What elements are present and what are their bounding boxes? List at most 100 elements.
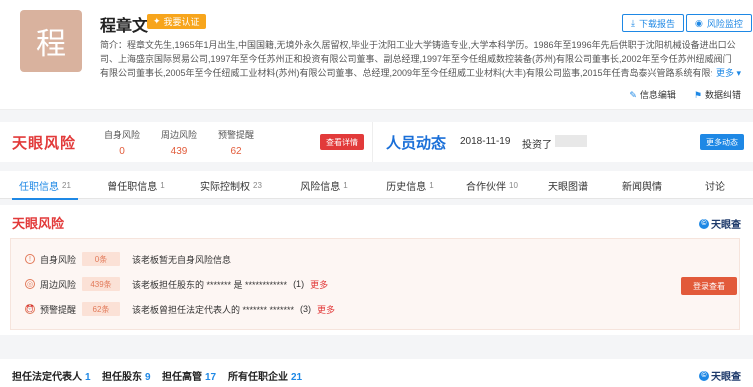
- risk-row-warning: ⏰ 预警提醒 62条 该老板曾担任法定代表人的 ******* ******* …: [25, 301, 335, 317]
- tab-risk-info[interactable]: 风险信息 1: [280, 171, 368, 199]
- position-summary-bar: 担任法定代表人 1 担任股东 9 担任高管 17 所有任职企业 21 © 天眼查: [0, 359, 753, 387]
- surrounding-risk-stat[interactable]: 周边风险 439: [161, 128, 197, 157]
- monitor-icon: ◉: [695, 17, 703, 28]
- claim-button[interactable]: ✦ 我要认证: [147, 14, 206, 29]
- tab-count: 1: [160, 180, 165, 190]
- flag-icon: ⚑: [693, 90, 702, 100]
- more-link[interactable]: 更多: [310, 278, 328, 291]
- tab-label: 合作伙伴: [466, 181, 507, 193]
- view-detail-button[interactable]: 查看详情: [320, 134, 364, 150]
- divider: [372, 122, 373, 162]
- chevron-down-icon: ▾: [736, 68, 741, 78]
- tab-label: 曾任职信息: [107, 181, 158, 193]
- tianyancha-brand: © 天眼查: [699, 368, 741, 383]
- tab-label: 所有任职企业: [228, 372, 288, 383]
- tab-count: 17: [205, 372, 217, 383]
- blurred-company: [555, 135, 587, 147]
- risk-list-box: ! 自身风险 0条 该老板暂无自身风险信息 ◎ 周边风险 439条 该老板担任股…: [10, 238, 740, 330]
- stat-value: 439: [170, 146, 188, 157]
- login-view-button[interactable]: 登录查看: [681, 277, 737, 295]
- person-dynamics-title: 人员动态: [386, 135, 447, 152]
- tab-history[interactable]: 历史信息 1: [368, 171, 452, 199]
- error-label: 数据纠错: [704, 90, 741, 100]
- risk-summary-bar: 天眼风险 自身风险 0 周边风险 439 预警提醒 62 查看详情 人员动态 2…: [0, 122, 753, 162]
- more-dynamics-button[interactable]: 更多动态: [700, 134, 744, 150]
- stat-label: 周边风险: [161, 130, 198, 140]
- tab-count: 1: [429, 180, 434, 190]
- tab-count: 9: [145, 372, 151, 383]
- tab-label: 讨论: [705, 181, 725, 193]
- tab-count: 1: [343, 180, 348, 190]
- more-label: 更多: [715, 68, 734, 78]
- tab-discussion[interactable]: 讨论: [680, 171, 750, 199]
- brand-label: 天眼查: [711, 220, 741, 231]
- tab-label: 担任高管: [162, 372, 202, 383]
- tab-label: 风险信息: [300, 181, 341, 193]
- download-icon: ⤓: [631, 17, 635, 28]
- stat-label: 自身风险: [104, 130, 141, 140]
- tab-label: 实际控制权: [200, 181, 251, 193]
- more-link[interactable]: 更多: [317, 303, 335, 316]
- all-companies-tab[interactable]: 所有任职企业 21: [228, 368, 302, 383]
- risk-text: 该老板担任股东的 ******* 是 ************: [132, 279, 288, 290]
- legal-rep-tab[interactable]: 担任法定代表人 1: [12, 368, 91, 383]
- person-name: 程章文: [100, 18, 149, 35]
- edit-icon: ✎: [629, 90, 637, 100]
- monitor-label: 风险监控: [706, 18, 743, 29]
- tab-label: 担任股东: [102, 372, 142, 383]
- more-link[interactable]: 更多 ▾: [711, 66, 741, 79]
- tab-label: 天眼图谱: [548, 181, 588, 193]
- tianyancha-logo-icon: ©: [699, 370, 709, 381]
- risk-row-self: ! 自身风险 0条 该老板暂无自身风险信息: [25, 251, 231, 267]
- risk-text: 该老板暂无自身风险信息: [132, 254, 232, 265]
- tab-label: 担任法定代表人: [12, 372, 82, 383]
- tab-count: 1: [85, 372, 91, 383]
- edit-info-link[interactable]: ✎ 信息编辑: [629, 88, 676, 101]
- tab-current-positions[interactable]: 任职信息 21: [0, 171, 90, 200]
- stat-label: 预警提醒: [218, 130, 255, 140]
- tianyan-risk-logo: 天眼风险: [12, 135, 77, 152]
- tab-count: 10: [509, 180, 518, 190]
- risk-extra: (3): [300, 304, 312, 314]
- profile-tools: ✎ 信息编辑 ⚑ 数据纠错: [629, 88, 741, 101]
- self-risk-stat[interactable]: 自身风险 0: [104, 128, 140, 157]
- profile-card: 程 程章文 ✦ 我要认证 ⤓ 下载报告 ◉ 风险监控 简介：程章文先生,1965…: [0, 0, 753, 110]
- risk-monitor-button[interactable]: ◉ 风险监控: [686, 14, 752, 32]
- tab-past-positions[interactable]: 曾任职信息 1: [90, 171, 182, 199]
- executive-tab[interactable]: 担任高管 17: [162, 368, 216, 383]
- tab-count: 21: [62, 180, 71, 190]
- tab-label: 历史信息: [386, 181, 427, 193]
- info-tabs: 任职信息 21 曾任职信息 1 实际控制权 23 风险信息 1 历史信息 1 合作伙伴 10…: [0, 171, 753, 200]
- risk-section: 天眼风险 © 天眼查 ! 自身风险 0条 该老板暂无自身风险信息 ◎ 周边风险 …: [0, 205, 753, 335]
- risk-label: 周边风险: [40, 279, 77, 290]
- badge-icon: ✦: [153, 16, 161, 26]
- risk-count-badge: 439条: [82, 277, 120, 291]
- edit-label: 信息编辑: [639, 90, 676, 100]
- download-report-button[interactable]: ⤓ 下载报告: [622, 14, 684, 32]
- shareholder-tab[interactable]: 担任股东 9: [102, 368, 151, 383]
- dynamics-text: 投资了: [522, 140, 552, 151]
- tab-count: 23: [253, 180, 262, 190]
- tab-count: 21: [291, 372, 303, 383]
- tab-news[interactable]: 新闻舆情: [604, 171, 680, 199]
- avatar: 程: [20, 10, 82, 72]
- tianyan-risk-logo: 天眼风险: [12, 216, 65, 231]
- self-risk-icon: !: [25, 254, 35, 264]
- dynamics-date: 2018-11-19: [460, 136, 511, 147]
- risk-label: 预警提醒: [40, 304, 77, 315]
- tab-label: 任职信息: [19, 181, 60, 193]
- risk-row-surrounding: ◎ 周边风险 439条 该老板担任股东的 ******* 是 *********…: [25, 276, 328, 292]
- risk-extra: (1): [293, 279, 305, 289]
- warning-stat[interactable]: 预警提醒 62: [218, 128, 254, 157]
- download-label: 下载报告: [638, 18, 675, 29]
- bell-icon: ⏰: [25, 304, 35, 314]
- risk-count-badge: 0条: [82, 252, 120, 266]
- risk-text: 该老板曾担任法定代表人的 ******* *******: [132, 304, 295, 315]
- error-report-link[interactable]: ⚑ 数据纠错: [694, 88, 741, 101]
- tab-partners[interactable]: 合作伙伴 10: [452, 171, 532, 199]
- tianyancha-logo-icon: ©: [699, 218, 709, 229]
- tianyancha-brand: © 天眼查: [699, 216, 741, 231]
- tab-actual-control[interactable]: 实际控制权 23: [182, 171, 280, 199]
- surrounding-risk-icon: ◎: [25, 279, 35, 289]
- tab-graph[interactable]: 天眼图谱: [532, 171, 604, 199]
